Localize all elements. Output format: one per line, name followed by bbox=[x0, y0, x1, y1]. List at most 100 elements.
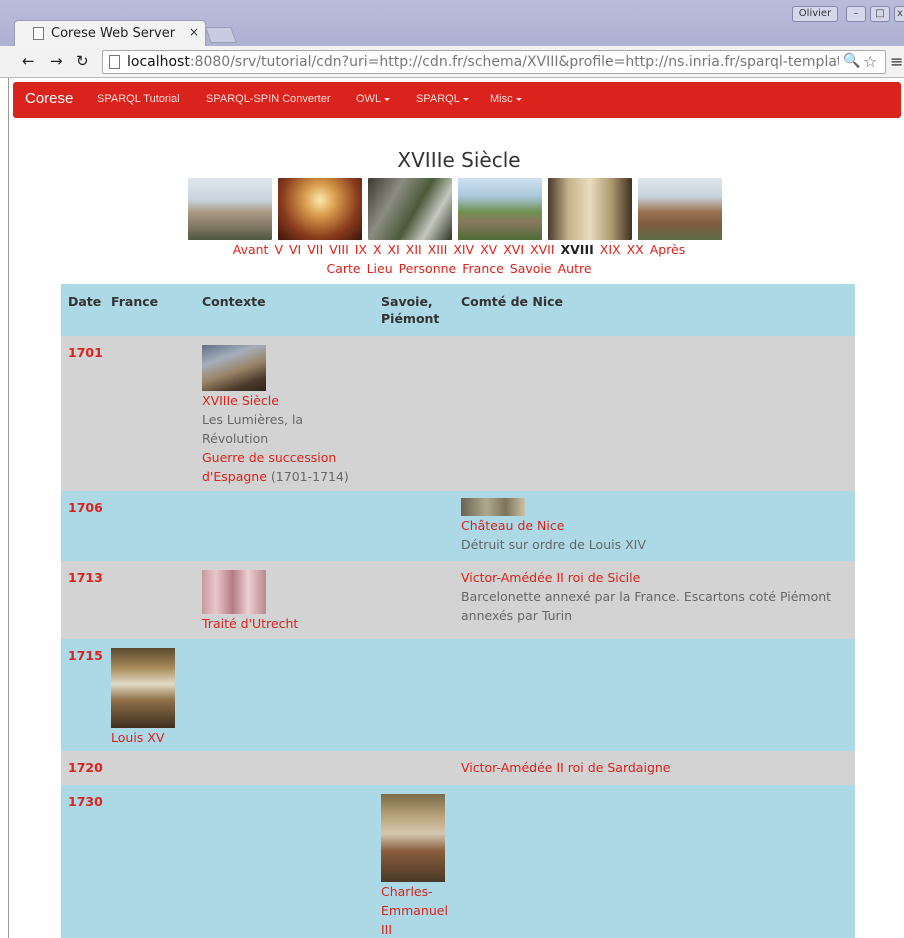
table-row: 1720 Victor-Amédée II roi de Sardaigne bbox=[61, 751, 855, 785]
charles-emmanuel-portrait[interactable] bbox=[381, 794, 445, 882]
navbar-brand[interactable]: Corese bbox=[25, 90, 73, 107]
thumbnail-bridge[interactable] bbox=[458, 178, 542, 240]
nice-cell: Château de Nice Détruit sur ordre de Lou… bbox=[461, 498, 841, 554]
century-link[interactable]: VI bbox=[289, 242, 301, 257]
context-link[interactable]: XVIIIe Siècle bbox=[202, 391, 372, 410]
row-date[interactable]: 1715 bbox=[68, 648, 103, 663]
page-icon bbox=[33, 27, 44, 40]
tab-strip: Corese Web Server × Olivier – □ x bbox=[0, 0, 904, 46]
chrome-menu-icon[interactable]: ≡ bbox=[890, 52, 903, 71]
century-link[interactable]: XII bbox=[406, 242, 422, 257]
century-link[interactable]: X bbox=[373, 242, 382, 257]
back-icon[interactable]: ← bbox=[22, 52, 35, 70]
nice-link[interactable]: Victor-Amédée II roi de Sicile bbox=[461, 568, 841, 587]
row-date[interactable]: 1720 bbox=[68, 760, 103, 775]
header-nice: Comté de Nice bbox=[461, 294, 564, 309]
table-row: 1715 Louis XV bbox=[61, 639, 855, 751]
nice-link[interactable]: Château de Nice bbox=[461, 516, 841, 535]
century-link[interactable]: XI bbox=[388, 242, 400, 257]
nice-link[interactable]: Victor-Amédée II roi de Sardaigne bbox=[461, 758, 841, 777]
century-link[interactable]: Après bbox=[650, 242, 686, 257]
century-link[interactable]: IX bbox=[355, 242, 367, 257]
row-date[interactable]: 1701 bbox=[68, 345, 103, 360]
tab-title: Corese Web Server bbox=[51, 26, 176, 41]
century-links: Avant V VI VII VIII IX X XI XII XIII XIV… bbox=[109, 242, 809, 257]
century-link[interactable]: VIII bbox=[329, 242, 349, 257]
forward-icon[interactable]: → bbox=[50, 52, 63, 70]
utrecht-image[interactable] bbox=[202, 570, 266, 614]
page-title: XVIIIe Siècle bbox=[397, 148, 521, 172]
louis-xv-portrait[interactable] bbox=[111, 648, 175, 728]
browser-tab[interactable]: Corese Web Server × bbox=[14, 20, 206, 46]
row-date[interactable]: 1730 bbox=[68, 794, 103, 809]
row-date[interactable]: 1706 bbox=[68, 500, 103, 515]
bookmark-star-icon[interactable]: ☆ bbox=[863, 52, 877, 71]
century-link[interactable]: XVI bbox=[503, 242, 524, 257]
profile-button[interactable]: Olivier bbox=[792, 6, 838, 22]
savoie-cell: Charles-Emmanuel III bbox=[381, 794, 455, 938]
century-link[interactable]: XIII bbox=[428, 242, 448, 257]
nav-sparql-dropdown[interactable]: SPARQL bbox=[416, 93, 469, 105]
thumbnail-cloister[interactable] bbox=[548, 178, 632, 240]
header-savoie: Savoie, Piémont bbox=[381, 294, 440, 326]
nav-owl-dropdown[interactable]: OWL bbox=[356, 93, 391, 105]
revolution-image[interactable] bbox=[202, 345, 266, 391]
context-cell: Traité d'Utrecht bbox=[202, 570, 372, 633]
nav-misc-dropdown[interactable]: Misc bbox=[490, 93, 522, 105]
century-link[interactable]: XIV bbox=[453, 242, 474, 257]
century-link[interactable]: V bbox=[274, 242, 283, 257]
category-link[interactable]: France bbox=[462, 261, 504, 276]
century-link[interactable]: VII bbox=[307, 242, 323, 257]
century-link[interactable]: XVII bbox=[530, 242, 555, 257]
category-link[interactable]: Personne bbox=[399, 261, 457, 276]
browser-toolbar: ← → ↻ localhost:8080/srv/tutorial/cdn?ur… bbox=[0, 46, 904, 78]
chateau-nice-image[interactable] bbox=[461, 498, 525, 516]
nice-cell: Victor-Amédée II roi de Sicile Barcelone… bbox=[461, 568, 841, 625]
window-close-icon[interactable]: x bbox=[894, 6, 904, 22]
nav-sparql-spin-converter[interactable]: SPARQL-SPIN Converter bbox=[206, 93, 331, 105]
century-link[interactable]: Avant bbox=[233, 242, 269, 257]
category-link[interactable]: Autre bbox=[558, 261, 592, 276]
category-link[interactable]: Savoie bbox=[510, 261, 552, 276]
context-text: (1701-1714) bbox=[270, 469, 349, 484]
thumbnail-chapel[interactable] bbox=[638, 178, 722, 240]
savoie-link[interactable]: Charles-Emmanuel III bbox=[381, 882, 448, 938]
thumbnail-hall[interactable] bbox=[278, 178, 362, 240]
page-viewport: Corese SPARQL Tutorial SPARQL-SPIN Conve… bbox=[8, 78, 904, 938]
minimize-icon[interactable]: – bbox=[846, 6, 866, 22]
century-link[interactable]: XIX bbox=[600, 242, 621, 257]
table-row: 1713 Traité d'Utrecht Victor-Amédée II r… bbox=[61, 561, 855, 639]
context-link[interactable]: Traité d'Utrecht bbox=[202, 614, 372, 633]
nav-sparql-tutorial[interactable]: SPARQL Tutorial bbox=[97, 93, 180, 105]
thumbnail-gorge[interactable] bbox=[368, 178, 452, 240]
category-link[interactable]: Lieu bbox=[367, 261, 393, 276]
header-date: Date bbox=[68, 294, 102, 309]
browser-chrome: Corese Web Server × Olivier – □ x ← → ↻ … bbox=[0, 0, 904, 78]
france-link[interactable]: Louis XV bbox=[111, 728, 195, 747]
table-row: 1701 XVIIIe Siècle Les Lumières, la Révo… bbox=[61, 336, 855, 491]
context-text: Les Lumières, la Révolution bbox=[202, 412, 304, 446]
zoom-icon[interactable]: 🔍 bbox=[843, 53, 860, 69]
table-row: 1706 Château de Nice Détruit sur ordre d… bbox=[61, 491, 855, 561]
century-link[interactable]: XV bbox=[480, 242, 497, 257]
row-date[interactable]: 1713 bbox=[68, 570, 103, 585]
category-links: Carte Lieu Personne France Savoie Autre bbox=[109, 261, 809, 276]
context-cell: XVIIIe Siècle Les Lumières, la Révolutio… bbox=[202, 345, 372, 486]
thumbnail-fort[interactable] bbox=[188, 178, 272, 240]
table-row: 1730 Charles-Emmanuel III bbox=[61, 785, 855, 938]
category-link[interactable]: Carte bbox=[326, 261, 360, 276]
reload-icon[interactable]: ↻ bbox=[76, 52, 89, 70]
nice-text: Détruit sur ordre de Louis XIV bbox=[461, 537, 646, 552]
nice-cell: Victor-Amédée II roi de Sardaigne bbox=[461, 758, 841, 777]
caret-down-icon bbox=[384, 97, 391, 101]
new-tab-button[interactable] bbox=[205, 27, 237, 43]
url-text[interactable]: localhost:8080/srv/tutorial/cdn?uri=http… bbox=[127, 54, 839, 70]
page-icon bbox=[109, 55, 120, 69]
century-link[interactable]: XX bbox=[627, 242, 644, 257]
address-bar[interactable]: localhost:8080/srv/tutorial/cdn?uri=http… bbox=[102, 50, 886, 74]
tab-close-icon[interactable]: × bbox=[189, 25, 199, 39]
maximize-icon[interactable]: □ bbox=[870, 6, 890, 22]
site-navbar: Corese SPARQL Tutorial SPARQL-SPIN Conve… bbox=[13, 82, 901, 118]
nice-text: Barcelonette annexé par la France. Escar… bbox=[461, 589, 832, 623]
caret-down-icon bbox=[515, 97, 522, 101]
